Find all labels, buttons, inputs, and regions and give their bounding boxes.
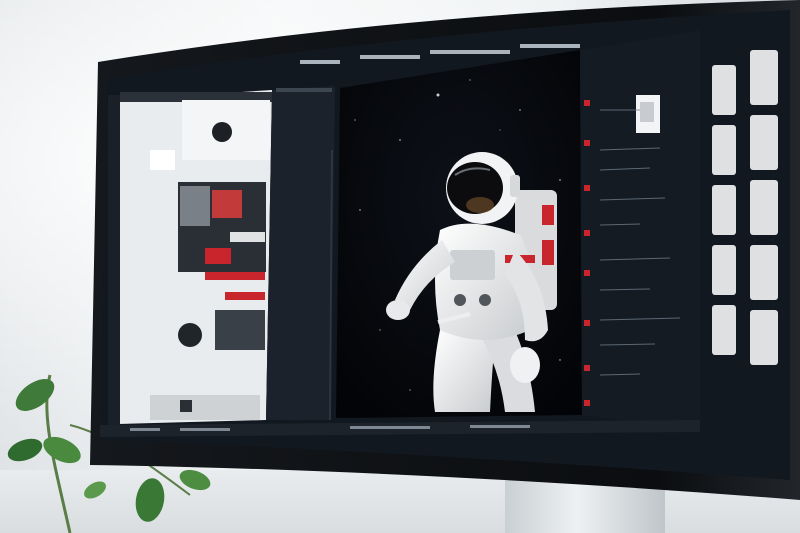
photo-scene: [0, 0, 800, 533]
monitor: [90, 0, 800, 500]
helmet-icon: [212, 122, 232, 142]
